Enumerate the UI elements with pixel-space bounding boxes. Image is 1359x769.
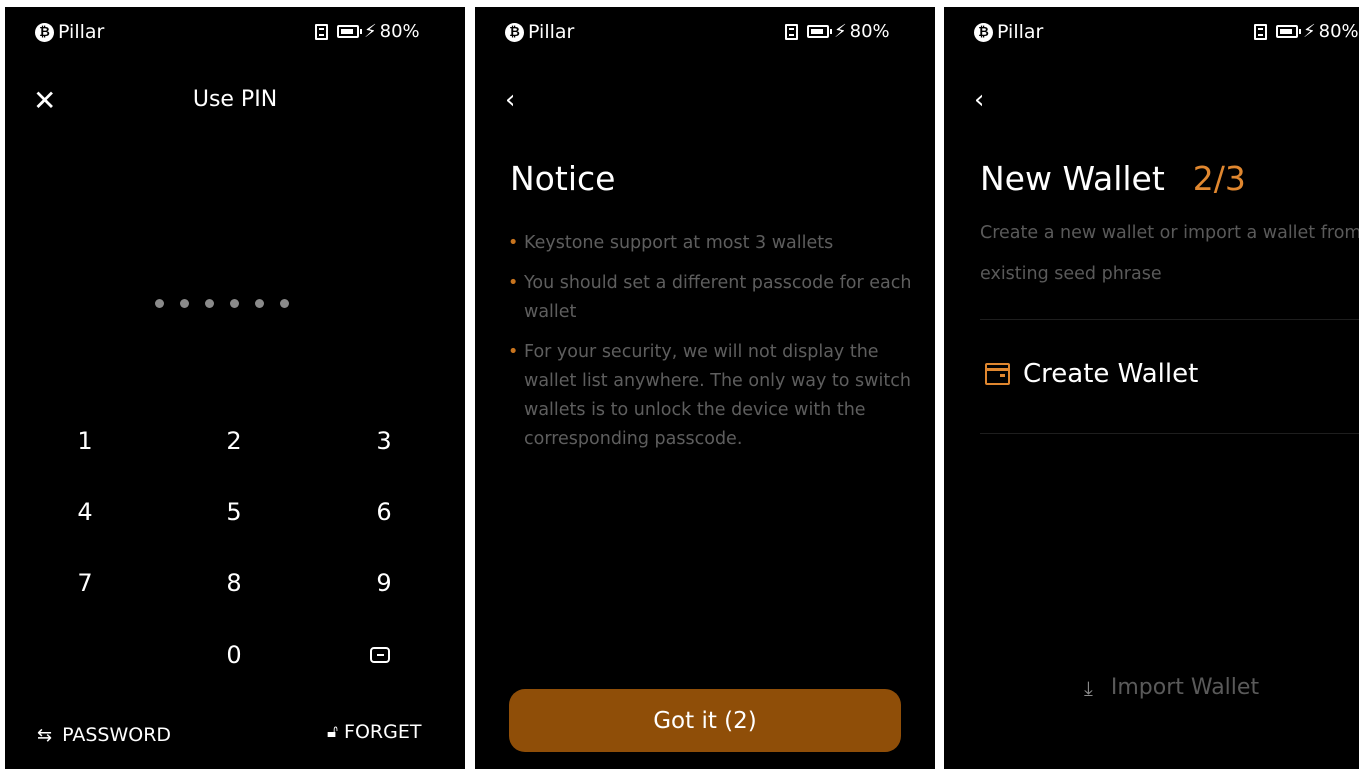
keypad-key-6[interactable]: 6: [354, 498, 414, 526]
battery-percent: 80%: [1318, 21, 1359, 42]
lock-icon: 🔓︎: [327, 722, 339, 742]
new-wallet-screen: ₿ Pillar ⚡ 80% ‹ New Wallet 2/3 Create a …: [944, 7, 1359, 769]
app-label: ₿ Pillar: [974, 21, 1043, 43]
pin-dot: [255, 299, 264, 308]
pin-dot: [180, 299, 189, 308]
keypad-key-9[interactable]: 9: [354, 569, 414, 597]
notice-list: Keystone support at most 3 wallets You s…: [508, 229, 918, 465]
import-wallet-button[interactable]: ⤓ Import Wallet: [1084, 675, 1259, 700]
pin-dots: [155, 299, 289, 308]
back-chevron-icon[interactable]: ‹: [505, 87, 515, 113]
create-wallet-label: Create Wallet: [1023, 359, 1199, 389]
page-title: New Wallet 2/3: [980, 159, 1246, 198]
page-title: Notice: [510, 159, 616, 198]
app-name: Pillar: [528, 21, 575, 43]
keypad-key-7[interactable]: 7: [55, 569, 115, 597]
keypad-key-3[interactable]: 3: [354, 427, 414, 455]
status-bar: ₿ Pillar ⚡ 80%: [944, 7, 1359, 55]
keypad-key-0[interactable]: 0: [204, 641, 264, 669]
keypad-key-4[interactable]: 4: [55, 498, 115, 526]
step-indicator: 2/3: [1192, 159, 1246, 198]
page-description: Create a new wallet or import a wallet f…: [980, 223, 1359, 284]
app-label: ₿ Pillar: [505, 21, 574, 43]
page-title: Use PIN: [192, 87, 278, 112]
system-indicators: ⚡ 80%: [785, 21, 890, 42]
bitcoin-coin-icon: ₿: [35, 22, 54, 42]
forget-label: FORGET: [344, 721, 422, 743]
title-text: New Wallet: [980, 159, 1165, 198]
keypad-key-2[interactable]: 2: [204, 427, 264, 455]
divider: [980, 319, 1359, 320]
password-switch-button[interactable]: ⇆ PASSWORD: [37, 724, 171, 746]
backspace-icon[interactable]: [370, 647, 390, 663]
import-wallet-label: Import Wallet: [1110, 675, 1260, 700]
app-label: ₿ Pillar: [35, 21, 104, 43]
system-indicators: ⚡ 80%: [315, 21, 420, 42]
bitcoin-coin-icon: ₿: [505, 22, 524, 42]
battery-icon: [807, 25, 832, 38]
app-name: Pillar: [997, 21, 1044, 43]
status-bar: ₿ Pillar ⚡ 80%: [5, 7, 465, 55]
pin-dot: [230, 299, 239, 308]
pin-screen: ₿ Pillar ⚡ 80% ✕ Use PIN 1 2 3 4 5 6 7 8…: [5, 7, 465, 769]
charging-bolt-icon: ⚡: [364, 21, 377, 42]
create-wallet-button[interactable]: Create Wallet: [985, 359, 1198, 389]
sd-card-icon: [1254, 23, 1267, 40]
divider: [980, 433, 1359, 434]
download-icon: ⤓: [1084, 675, 1093, 700]
app-name: Pillar: [58, 21, 105, 43]
pin-dot: [205, 299, 214, 308]
forget-button[interactable]: 🔓︎ FORGET: [327, 721, 421, 743]
system-indicators: ⚡ 80%: [1254, 21, 1359, 42]
status-bar: ₿ Pillar ⚡ 80%: [475, 7, 935, 55]
pin-dot: [280, 299, 289, 308]
bitcoin-coin-icon: ₿: [974, 22, 993, 42]
wallet-icon: [985, 363, 1010, 385]
switch-icon: ⇆: [37, 724, 53, 746]
battery-percent: 80%: [379, 21, 420, 42]
charging-bolt-icon: ⚡: [834, 21, 847, 42]
battery-icon: [1276, 25, 1301, 38]
keypad-key-1[interactable]: 1: [55, 427, 115, 455]
battery-percent: 80%: [849, 21, 890, 42]
notice-item: For your security, we will not display t…: [508, 338, 918, 454]
got-it-button[interactable]: Got it (2): [509, 689, 901, 752]
notice-item: Keystone support at most 3 wallets: [508, 229, 918, 258]
charging-bolt-icon: ⚡: [1303, 21, 1316, 42]
battery-icon: [337, 25, 362, 38]
back-chevron-icon[interactable]: ‹: [974, 87, 984, 113]
sd-card-icon: [785, 23, 798, 40]
notice-item: You should set a different passcode for …: [508, 269, 918, 327]
notice-screen: ₿ Pillar ⚡ 80% ‹ Notice Keystone support…: [475, 7, 935, 769]
keypad-key-5[interactable]: 5: [204, 498, 264, 526]
sd-card-icon: [315, 23, 328, 40]
password-label: PASSWORD: [62, 724, 172, 746]
keypad-key-8[interactable]: 8: [204, 569, 264, 597]
pin-dot: [155, 299, 164, 308]
